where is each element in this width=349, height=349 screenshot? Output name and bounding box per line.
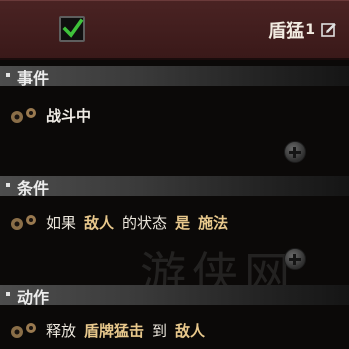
section-conditions: 条件 xyxy=(0,176,349,198)
section-events-label: 事件 xyxy=(17,69,50,88)
action-word-cast: 释放 xyxy=(46,321,77,340)
macro-title: 盾猛 xyxy=(268,21,305,42)
action-row[interactable]: 释放 盾牌猛击 到 敌人 xyxy=(8,318,213,342)
condition-word-state: 的状态 xyxy=(122,213,168,232)
add-condition-button[interactable] xyxy=(284,141,306,163)
macro-header: 盾猛 1 xyxy=(0,0,349,60)
section-actions: 动作 xyxy=(0,285,349,307)
edit-icon[interactable] xyxy=(321,22,337,38)
macro-title-area: 盾猛 1 xyxy=(268,16,337,44)
section-bullet xyxy=(6,292,10,296)
action-word-to: 到 xyxy=(152,321,168,340)
gears-icon xyxy=(11,215,36,230)
condition-value[interactable]: 施法 xyxy=(198,212,228,233)
section-events: 事件 xyxy=(0,66,349,88)
event-row[interactable]: 战斗中 xyxy=(8,103,99,127)
gears-icon xyxy=(11,108,36,123)
checkmark-icon xyxy=(62,18,84,38)
section-conditions-label: 条件 xyxy=(17,179,50,198)
enable-checkbox[interactable] xyxy=(59,16,85,42)
add-action-button[interactable] xyxy=(284,248,306,270)
section-actions-label: 动作 xyxy=(17,288,50,307)
action-target[interactable]: 敌人 xyxy=(175,320,205,341)
gears-icon xyxy=(11,323,36,338)
condition-target[interactable]: 敌人 xyxy=(84,212,114,233)
condition-word-if: 如果 xyxy=(46,213,77,232)
condition-row[interactable]: 如果 敌人 的状态 是 施法 xyxy=(8,210,236,234)
section-bullet xyxy=(6,183,10,187)
macro-title-number: 1 xyxy=(305,22,315,38)
action-skill[interactable]: 盾牌猛击 xyxy=(84,320,144,341)
section-bullet xyxy=(6,73,10,77)
event-text: 战斗中 xyxy=(46,106,92,125)
condition-operator[interactable]: 是 xyxy=(175,212,190,233)
